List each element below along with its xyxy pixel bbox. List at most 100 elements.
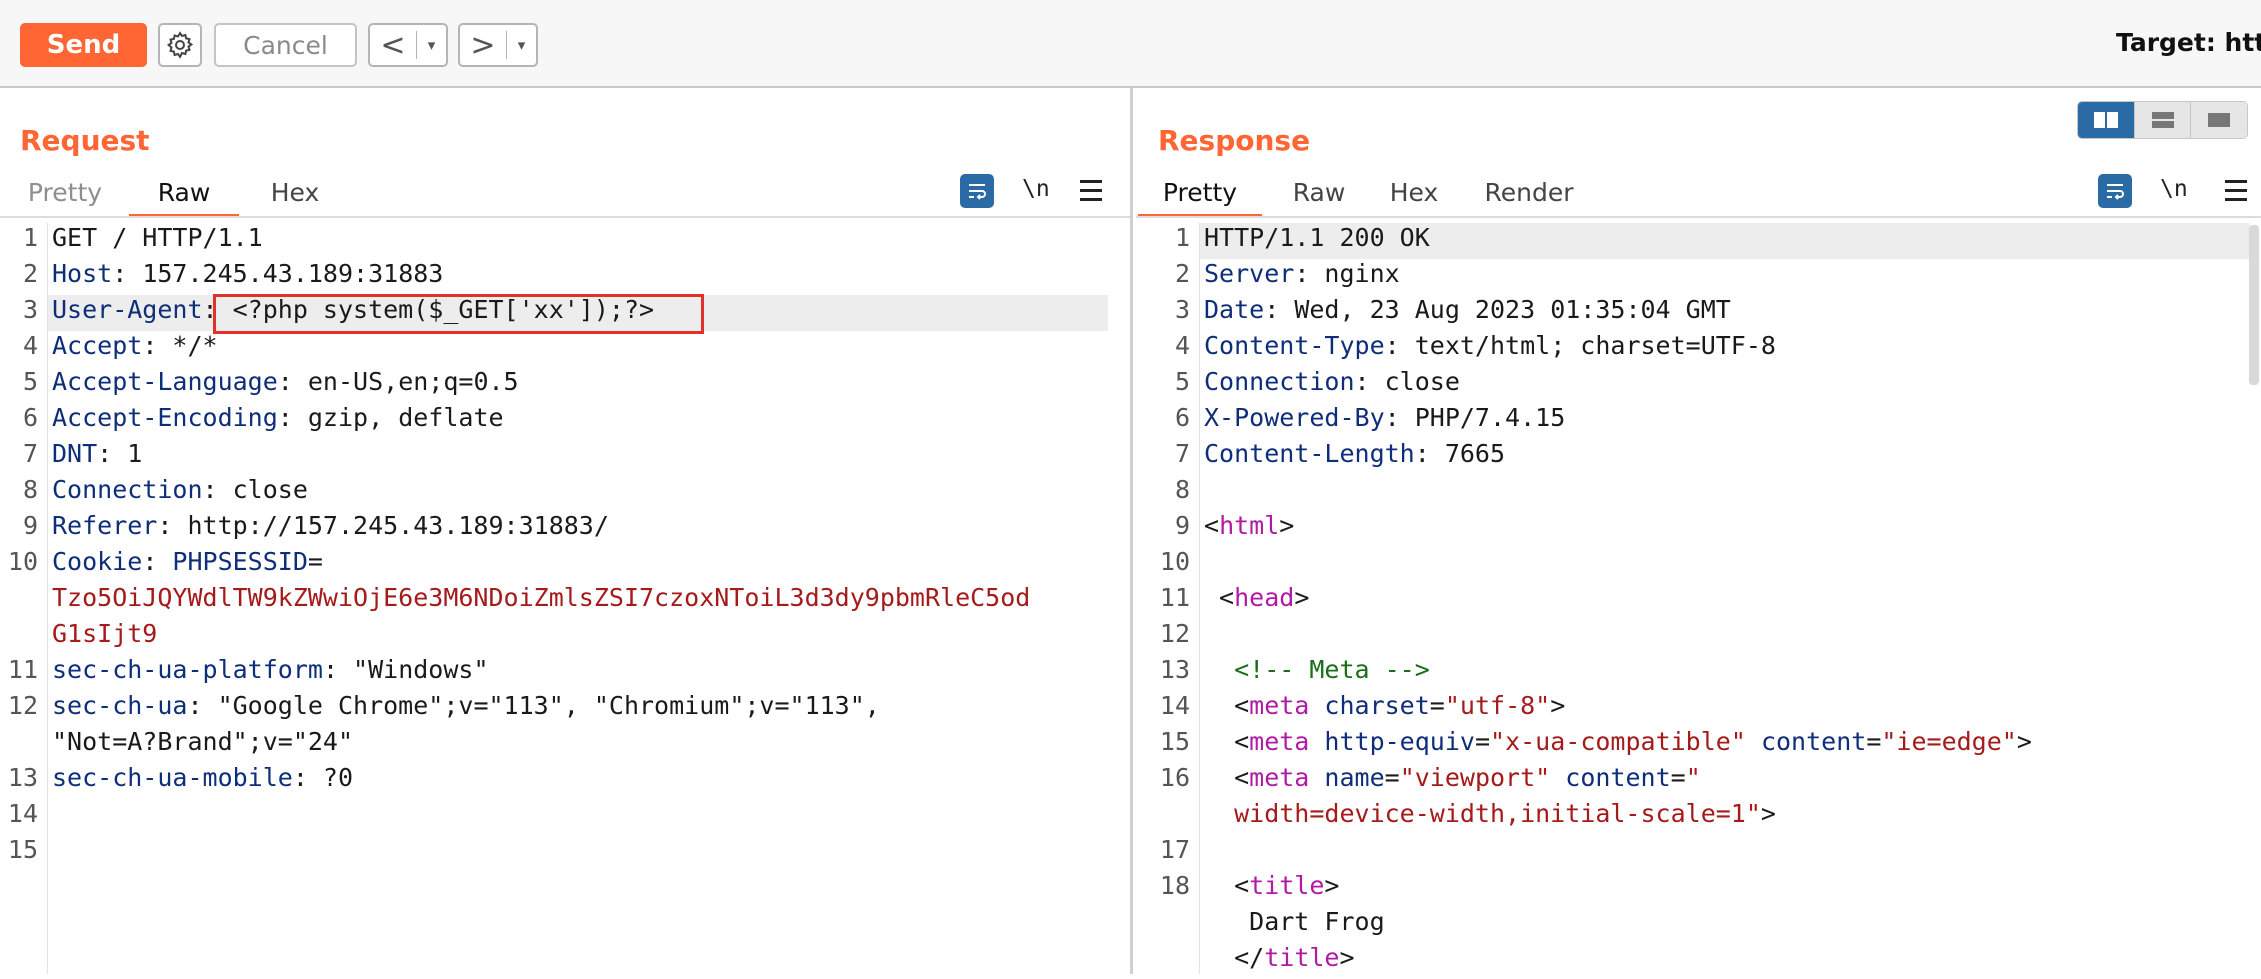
line-code: Content-Type: text/html; charset=UTF-8 [1204, 331, 1776, 360]
menu-icon[interactable] [1080, 174, 1102, 204]
panel-divider[interactable] [1130, 88, 1133, 974]
forward-button[interactable]: > ▾ [458, 23, 538, 67]
line-code: Referer: http://157.245.43.189:31883/ [52, 511, 609, 540]
code-token: : */* [142, 331, 218, 360]
code-token: > [1279, 511, 1295, 540]
tabs-underline [1136, 216, 2261, 218]
columns-icon [2093, 112, 2118, 128]
wrap-lines-button[interactable] [960, 174, 994, 208]
response-editor[interactable]: 1 HTTP/1.1 200 OK 2 Server: nginx 3 Date: Wed… [1136, 223, 2261, 974]
request-editor[interactable]: 1 GET / HTTP/1.1 2 Host: 157.245.43.189:318… [0, 223, 1130, 974]
wrap-lines-icon [2107, 184, 2124, 200]
code-token: Host [52, 259, 113, 288]
code-token: Cookie [52, 547, 143, 576]
tab-pretty[interactable]: Pretty [1138, 178, 1262, 218]
code-token: charset [1309, 691, 1430, 720]
line-code: Accept: */* [52, 331, 218, 360]
line-number: 4 [1174, 331, 1190, 360]
line-code: Accept-Encoding: gzip, deflate [52, 403, 504, 432]
layout-stacked-button[interactable] [2134, 102, 2192, 138]
response-title: Response [1158, 124, 1311, 157]
response-scrollbar[interactable] [2249, 225, 2259, 385]
code-token: > [1760, 799, 1776, 828]
code-token: = [1474, 727, 1491, 756]
line-code: sec-ch-ua: "Google Chrome";v="113", "Chr… [52, 691, 880, 720]
line-code: Connection: close [52, 475, 308, 504]
target-label[interactable]: Target: http: [2116, 28, 2261, 57]
code-token: > [1324, 871, 1340, 900]
line-number: 2 [1174, 259, 1190, 288]
code-token: Connection [1204, 367, 1355, 396]
line-code: HTTP/1.1 200 OK [1204, 223, 1430, 252]
gear-icon [167, 31, 194, 59]
forward-dropdown-icon[interactable]: ▾ [507, 36, 536, 54]
line-number: 1 [22, 223, 38, 252]
code-token: Connection [52, 475, 203, 504]
line-code: Dart Frog [1204, 907, 1385, 936]
code-token: = [1384, 763, 1400, 792]
line-code: </title> [1204, 943, 1355, 972]
line-code: Connection: close [1204, 367, 1460, 396]
line-number: 12 [1159, 619, 1190, 648]
code-token: : [142, 547, 173, 576]
gutter-divider [1199, 223, 1200, 974]
tab-pretty[interactable]: Pretty [20, 178, 110, 218]
layout-side-by-side-button[interactable] [2078, 102, 2135, 138]
back-button[interactable]: < ▾ [368, 23, 448, 67]
tab-raw[interactable]: Raw [1284, 178, 1354, 218]
code-token: = [1429, 691, 1445, 720]
tab-raw[interactable]: Raw [129, 178, 239, 218]
tab-render[interactable]: Render [1474, 178, 1584, 218]
code-token: PHPSESSID [172, 547, 308, 576]
layout-tabs-button[interactable] [2191, 102, 2247, 138]
code-token: meta [1249, 691, 1310, 720]
menu-icon[interactable] [2225, 174, 2247, 204]
line-number: 2 [22, 259, 38, 288]
line-number: 6 [1174, 403, 1190, 432]
line-code: <meta http-equiv="x-ua-compatible" conte… [1204, 727, 2032, 756]
code-token: http-equiv [1309, 727, 1475, 756]
back-dropdown-icon[interactable]: ▾ [417, 36, 446, 54]
tab-hex[interactable]: Hex [1379, 178, 1449, 218]
line-code: Accept-Language: en-US,en;q=0.5 [52, 367, 519, 396]
line-number: 1 [1174, 223, 1190, 252]
code-token: meta [1249, 763, 1310, 792]
line-number: 12 [7, 691, 38, 720]
line-number: 15 [1159, 727, 1190, 756]
code-token: html [1219, 511, 1280, 540]
line-code: width=device-width,initial-scale=1"> [1204, 799, 1776, 828]
code-token: : gzip, deflate [277, 403, 504, 432]
line-code: sec-ch-ua-mobile: ?0 [52, 763, 353, 792]
code-token: > [1339, 943, 1355, 972]
line-code: Tzo5OiJQYWdlTW9kZWwiOjE6e3M6NDoiZmlsZSI7… [52, 583, 1030, 612]
rows-icon [2151, 112, 2174, 128]
code-token: : "Windows" [322, 655, 489, 684]
code-token: sec-ch-ua [52, 691, 188, 720]
line-number: 4 [22, 331, 38, 360]
line-code: <meta name="viewport" content=" [1204, 763, 1701, 792]
request-title: Request [20, 124, 150, 157]
line-number: 7 [1174, 439, 1190, 468]
code-token: Dart Frog [1204, 907, 1385, 936]
line-number: 10 [7, 547, 38, 576]
code-token: content [1550, 763, 1671, 792]
code-token: meta [1249, 727, 1310, 756]
newline-toggle[interactable]: \n [2160, 176, 2188, 202]
line-code: Date: Wed, 23 Aug 2023 01:35:04 GMT [1204, 295, 1731, 324]
code-token: "utf-8" [1444, 691, 1551, 720]
code-token: Date [1204, 295, 1265, 324]
code-token: "x-ua-compatible" [1490, 727, 1746, 756]
newline-toggle[interactable]: \n [1022, 176, 1050, 202]
cancel-button[interactable]: Cancel [214, 23, 357, 67]
code-token: title [1264, 943, 1340, 972]
line-number: 5 [22, 367, 38, 396]
settings-button[interactable] [158, 23, 202, 67]
wrap-lines-button[interactable] [2098, 174, 2132, 208]
code-token: name [1309, 763, 1385, 792]
tab-hex[interactable]: Hex [260, 178, 330, 218]
send-button[interactable]: Send [20, 23, 147, 67]
code-token: : ?0 [292, 763, 354, 792]
code-token: User-Agent [52, 295, 203, 324]
response-tabs: Pretty Raw Hex Render [1136, 178, 2261, 218]
line-code: "Not=A?Brand";v="24" [52, 727, 353, 756]
